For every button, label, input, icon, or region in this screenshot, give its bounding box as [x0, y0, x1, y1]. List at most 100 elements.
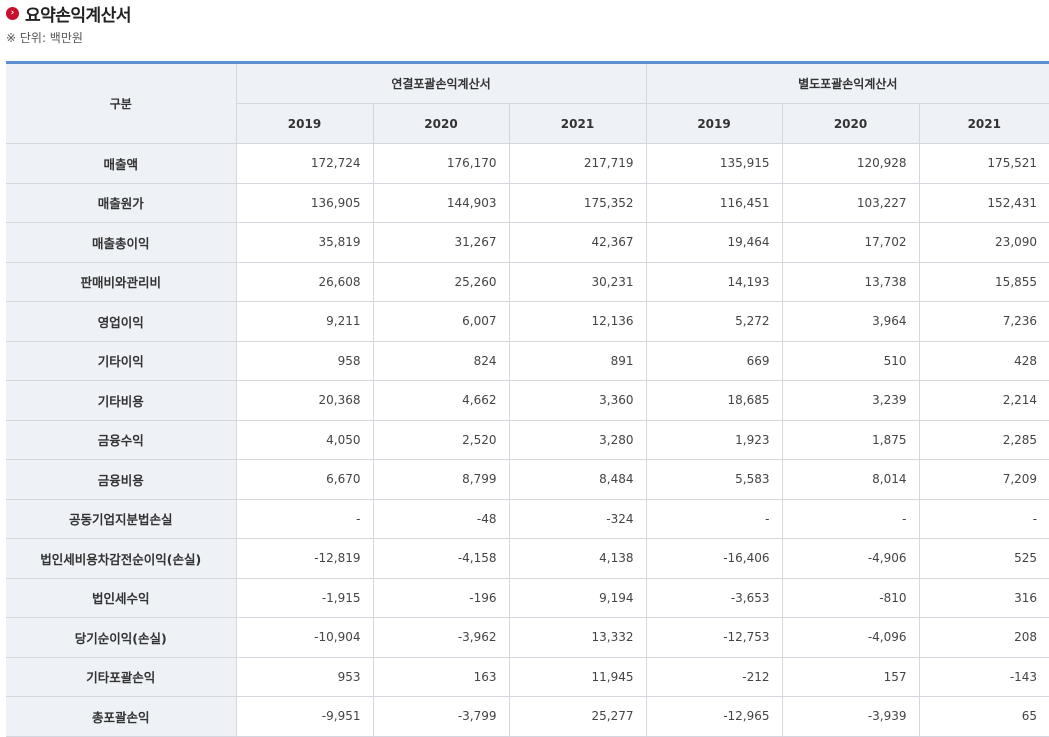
value-cell: 157	[781, 656, 920, 697]
row-label: 판매비와관리비	[6, 261, 237, 302]
value-cell: 15,855	[918, 261, 1049, 302]
value-cell: 669	[645, 340, 783, 381]
value-cell: 30,231	[508, 261, 647, 302]
table-row: 기타비용 20,368 4,662 3,360 18,685 3,239 2,214	[6, 380, 1049, 421]
value-cell: 6,670	[235, 459, 374, 500]
value-cell: -12,753	[645, 617, 783, 658]
value-cell: 65	[918, 696, 1049, 737]
table-row: 당기순이익(손실) -10,904 -3,962 13,332 -12,753 -4,09…	[6, 617, 1049, 658]
year-header: 2019	[645, 103, 783, 144]
page-title: 요약손익계산서	[25, 5, 131, 26]
section-header: › 요약손익계산서	[6, 2, 131, 26]
value-cell: 120,928	[781, 143, 920, 184]
table-row: 매출원가 136,905 144,903 175,352 116,451 103,227 1…	[6, 182, 1049, 223]
income-statement-table: 구분 연결포괄손익계산서 별도포괄손익계산서 2019 2020 2021 20…	[6, 61, 1049, 737]
value-cell: -16,406	[645, 538, 783, 579]
value-cell: 136,905	[235, 182, 374, 223]
value-cell: 3,360	[508, 380, 647, 421]
value-cell: -	[918, 498, 1049, 539]
row-label: 기타비용	[6, 380, 237, 421]
value-cell: -12,819	[235, 538, 374, 579]
row-label: 영업이익	[6, 301, 237, 342]
value-cell: 8,484	[508, 459, 647, 500]
value-cell: 103,227	[781, 182, 920, 223]
table-row: 기타이익 958 824 891 669 510 428	[6, 340, 1049, 381]
value-cell: 175,521	[918, 143, 1049, 184]
value-cell: 1,875	[781, 419, 920, 460]
year-header: 2020	[372, 103, 510, 144]
value-cell: 8,014	[781, 459, 920, 500]
value-cell: -4,906	[781, 538, 920, 579]
row-label: 매출총이익	[6, 222, 237, 263]
group-header-separate: 별도포괄손익계산서	[645, 62, 1049, 104]
value-cell: 11,945	[508, 656, 647, 697]
value-cell: 2,214	[918, 380, 1049, 421]
value-cell: 9,194	[508, 577, 647, 618]
value-cell: 12,136	[508, 301, 647, 342]
value-cell: 5,272	[645, 301, 783, 342]
value-cell: -810	[781, 577, 920, 618]
table-row: 매출총이익 35,819 31,267 42,367 19,464 17,702 23,09…	[6, 222, 1049, 263]
value-cell: -3,939	[781, 696, 920, 737]
table-row: 금융수익 4,050 2,520 3,280 1,923 1,875 2,285	[6, 419, 1049, 460]
value-cell: -	[235, 498, 374, 539]
row-header-label: 구분	[6, 62, 237, 144]
value-cell: 17,702	[781, 222, 920, 263]
value-cell: 525	[918, 538, 1049, 579]
table-row: 매출액 172,724 176,170 217,719 135,915 120,928 17…	[6, 143, 1049, 184]
year-header: 2021	[508, 103, 647, 144]
value-cell: 23,090	[918, 222, 1049, 263]
value-cell: 176,170	[372, 143, 510, 184]
value-cell: 144,903	[372, 182, 510, 223]
table-row: 판매비와관리비 26,608 25,260 30,231 14,193 13,738 15,…	[6, 261, 1049, 302]
value-cell: 217,719	[508, 143, 647, 184]
value-cell: 25,260	[372, 261, 510, 302]
row-label: 금융수익	[6, 419, 237, 460]
value-cell: 3,964	[781, 301, 920, 342]
value-cell: 2,520	[372, 419, 510, 460]
unit-note: ※ 단위: 백만원	[6, 31, 83, 45]
value-cell: 175,352	[508, 182, 647, 223]
value-cell: 13,332	[508, 617, 647, 658]
value-cell: -48	[372, 498, 510, 539]
table-row: 법인세비용차감전순이익(손실) -12,819 -4,158 4,138 -16,406…	[6, 538, 1049, 579]
row-label: 총포괄손익	[6, 696, 237, 737]
value-cell: 20,368	[235, 380, 374, 421]
value-cell: -1,915	[235, 577, 374, 618]
table-row: 영업이익 9,211 6,007 12,136 5,272 3,964 7,236	[6, 301, 1049, 342]
income-statement-table-wrapper: 구분 연결포괄손익계산서 별도포괄손익계산서 2019 2020 2021 20…	[6, 61, 1049, 737]
year-header: 2020	[781, 103, 920, 144]
value-cell: 14,193	[645, 261, 783, 302]
value-cell: 35,819	[235, 222, 374, 263]
value-cell: 316	[918, 577, 1049, 618]
row-label: 매출액	[6, 143, 237, 184]
value-cell: 6,007	[372, 301, 510, 342]
value-cell: 958	[235, 340, 374, 381]
value-cell: -4,158	[372, 538, 510, 579]
row-label: 매출원가	[6, 182, 237, 223]
value-cell: 7,236	[918, 301, 1049, 342]
value-cell: 891	[508, 340, 647, 381]
value-cell: -143	[918, 656, 1049, 697]
value-cell: 9,211	[235, 301, 374, 342]
row-label: 금융비용	[6, 459, 237, 500]
row-label: 법인세비용차감전순이익(손실)	[6, 538, 237, 579]
value-cell: 25,277	[508, 696, 647, 737]
table-row: 금융비용 6,670 8,799 8,484 5,583 8,014 7,209	[6, 459, 1049, 500]
value-cell: 2,285	[918, 419, 1049, 460]
value-cell: 208	[918, 617, 1049, 658]
value-cell: 824	[372, 340, 510, 381]
value-cell: 1,923	[645, 419, 783, 460]
row-label: 당기순이익(손실)	[6, 617, 237, 658]
value-cell: 8,799	[372, 459, 510, 500]
value-cell: 18,685	[645, 380, 783, 421]
row-label: 법인세수익	[6, 577, 237, 618]
value-cell: 7,209	[918, 459, 1049, 500]
value-cell: 13,738	[781, 261, 920, 302]
value-cell: -3,653	[645, 577, 783, 618]
value-cell: 152,431	[918, 182, 1049, 223]
value-cell: -10,904	[235, 617, 374, 658]
value-cell: 172,724	[235, 143, 374, 184]
table-row: 기타포괄손익 953 163 11,945 -212 157 -143	[6, 656, 1049, 697]
value-cell: -	[645, 498, 783, 539]
